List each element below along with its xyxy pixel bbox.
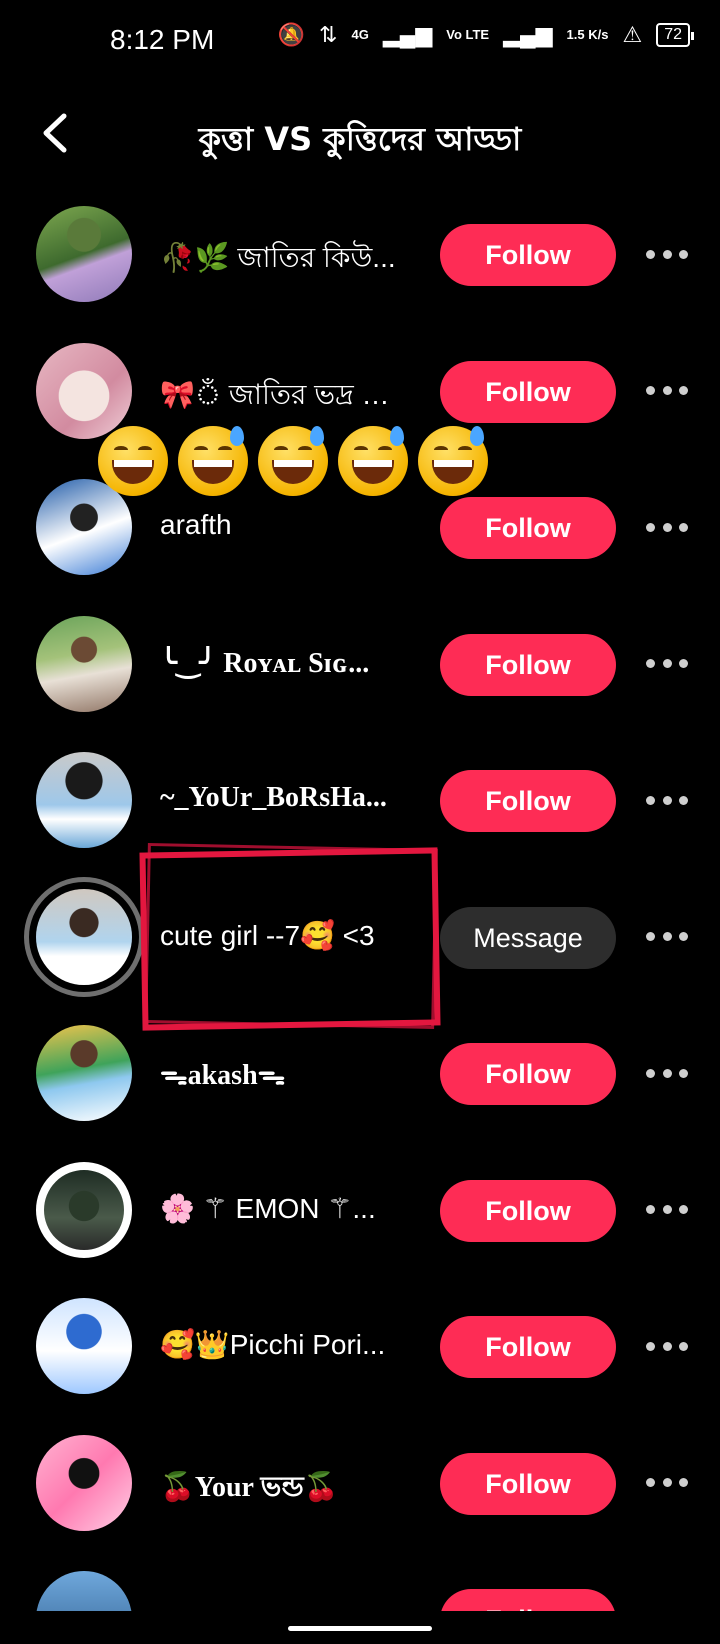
username[interactable]: ╰‿╯ Rᴏʏᴀʟ Sɪɢ... (160, 646, 412, 680)
dot-icon (646, 1068, 655, 1078)
sweat-smile-icon (418, 426, 488, 496)
dot-icon (662, 932, 672, 941)
dot-icon (662, 522, 672, 532)
dot-icon (679, 932, 688, 941)
mute-notification-icon: 🔕 (277, 22, 306, 47)
data-arrows-icon: ⇅ (319, 22, 338, 47)
dot-icon (662, 386, 672, 395)
status-icons: 🔕 ⇅ 4G ▂▄▆ Vo LTE ▂▄▆ 1.5 K/s ⚠ 72 (277, 22, 694, 48)
dot-icon (646, 1478, 655, 1487)
home-indicator[interactable] (288, 1626, 432, 1631)
dot-icon (679, 386, 688, 395)
list-item[interactable]: ╰‿╯ Rᴏʏᴀʟ Sɪɢ... Follow (0, 596, 720, 733)
more-options-button[interactable] (646, 927, 688, 947)
signal-icon-2: ▂▄▆ (503, 22, 553, 47)
dot-icon (679, 795, 688, 805)
more-options-button[interactable] (646, 1063, 688, 1083)
username[interactable]: 🎀ঁ জাতির ভদ্র ভা... (160, 373, 412, 420)
sweat-smile-icon (98, 426, 168, 496)
more-options-button[interactable] (646, 1336, 688, 1356)
username[interactable]: arafth (160, 509, 412, 541)
more-options-button[interactable] (646, 381, 688, 401)
list-item[interactable]: 🌸 ⚚ EMON ⚚... Follow (0, 1142, 720, 1279)
follow-button[interactable]: Follow (440, 360, 616, 423)
list-item[interactable]: 🥰👑Picchi Pori... Follow (0, 1278, 720, 1415)
dot-icon (646, 386, 655, 395)
more-options-button[interactable] (646, 1200, 688, 1220)
username[interactable]: ᯓakashᯓ (160, 1055, 412, 1093)
avatar[interactable] (36, 1571, 132, 1611)
dot-icon (662, 795, 672, 805)
username[interactable]: 🥀🌿 জাতির কিউ... (160, 236, 412, 283)
more-options-button[interactable] (646, 517, 688, 537)
dot-icon (679, 1478, 688, 1487)
dot-icon (646, 795, 655, 805)
avatar[interactable] (36, 342, 132, 439)
dot-icon (662, 249, 672, 259)
warning-icon: ⚠ (622, 22, 643, 47)
sweat-smile-icon (178, 426, 248, 496)
avatar[interactable] (36, 1025, 132, 1121)
dot-icon (646, 932, 655, 941)
follow-button[interactable]: Follow (440, 497, 616, 559)
signal-icon: ▂▄▆ (382, 22, 433, 47)
dot-icon (662, 1205, 672, 1214)
status-bar: 8:12 PM 🔕 ⇅ 4G ▂▄▆ Vo LTE ▂▄▆ 1.5 K/s ⚠ … (0, 0, 720, 80)
dot-icon (679, 1068, 688, 1078)
dot-icon (679, 659, 688, 668)
follow-button[interactable]: Follow (440, 1316, 616, 1378)
dot-icon (646, 249, 655, 259)
more-options-button[interactable] (646, 654, 688, 674)
follow-button[interactable]: Follow (440, 1043, 616, 1105)
sweat-smile-icon (258, 426, 328, 496)
dot-icon (679, 1205, 688, 1214)
avatar[interactable] (36, 1161, 132, 1258)
dot-icon (646, 659, 655, 668)
follow-button[interactable]: Follow (440, 633, 616, 696)
header: কুত্তা VS কুত্তিদের আড্ডা (0, 100, 720, 170)
dot-icon (646, 1205, 655, 1214)
dot-icon (662, 659, 672, 668)
more-options-button[interactable] (646, 790, 688, 810)
username[interactable]: 🌸 ⚚ EMON ⚚... (160, 1192, 412, 1225)
dot-icon (679, 1341, 688, 1351)
dot-icon (662, 1068, 672, 1078)
message-button[interactable]: Message (440, 906, 616, 969)
network-speed: 1.5 K/s (566, 27, 609, 42)
network-4g-label: 4G (351, 27, 369, 42)
username[interactable]: 🥰👑Picchi Pori... (160, 1328, 412, 1361)
battery-indicator: 72 (656, 23, 694, 47)
dot-icon (662, 1478, 672, 1487)
avatar[interactable] (36, 888, 132, 985)
avatar[interactable] (36, 206, 132, 302)
dot-icon (662, 1341, 672, 1351)
list-item[interactable]: 🍒Your ভন্ড🍒 Follow (0, 1415, 720, 1552)
avatar[interactable] (36, 1434, 132, 1531)
sweat-smile-icon (338, 426, 408, 496)
username[interactable]: 🍒Your ভন্ড🍒 (160, 1465, 412, 1512)
emoji-overlay (98, 426, 488, 496)
dot-icon (646, 522, 655, 532)
list-item-partial[interactable]: Follow (0, 1551, 720, 1611)
list-item[interactable]: 🥀🌿 জাতির কিউ... Follow (0, 186, 720, 323)
dot-icon (679, 522, 688, 532)
follow-button[interactable]: Follow (440, 770, 616, 832)
dot-icon (646, 1341, 655, 1351)
avatar[interactable] (36, 615, 132, 712)
follow-button[interactable]: Follow (440, 1179, 616, 1242)
dot-icon (679, 249, 688, 259)
avatar[interactable] (36, 1298, 132, 1394)
more-options-button[interactable] (646, 1473, 688, 1493)
highlight-box (139, 847, 441, 1031)
status-time: 8:12 PM (110, 24, 215, 55)
follow-button[interactable]: Follow (440, 1452, 616, 1515)
follow-button[interactable]: Follow (440, 1589, 616, 1611)
page-title: কুত্তা VS কুত্তিদের আড্ডা (198, 120, 522, 158)
follow-button[interactable]: Follow (440, 224, 616, 286)
avatar[interactable] (36, 752, 132, 848)
more-options-button[interactable] (646, 244, 688, 264)
volte-label: Vo LTE (446, 27, 490, 42)
username[interactable]: ~_YoUr_BoRsHa... (160, 782, 412, 814)
